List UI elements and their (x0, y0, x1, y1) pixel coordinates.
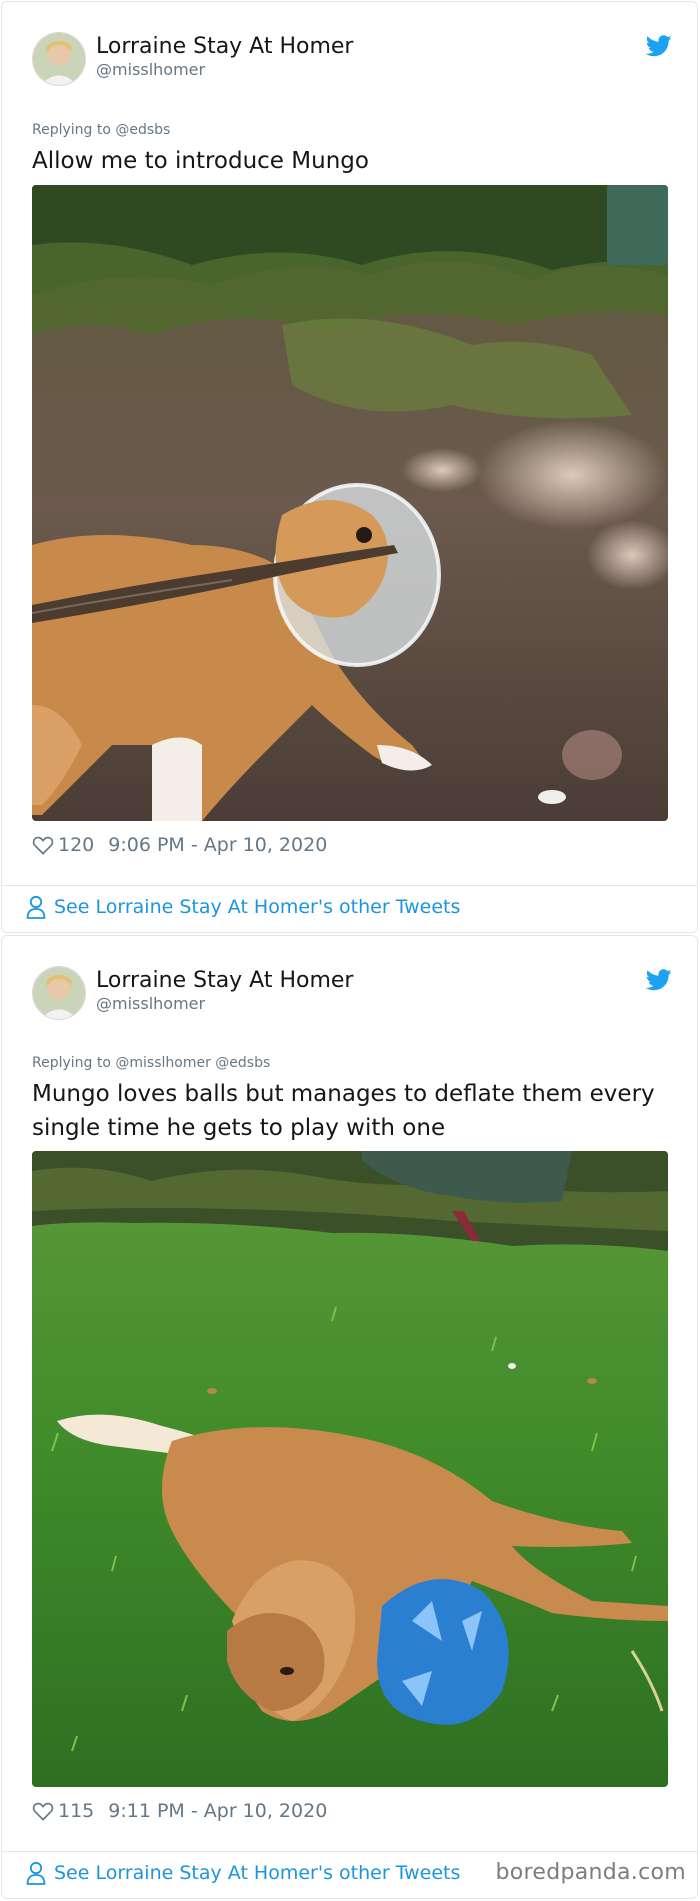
person-icon (26, 1861, 46, 1885)
other-tweets-label[interactable]: See Lorraine Stay At Homer's other Tweet… (54, 1862, 460, 1884)
divider (2, 885, 697, 886)
avatar[interactable] (32, 32, 86, 86)
like-count[interactable]: 115 (58, 1800, 94, 1822)
heart-icon[interactable] (32, 1801, 54, 1821)
author-name[interactable]: Lorraine Stay At Homer (96, 34, 353, 59)
author-name[interactable]: Lorraine Stay At Homer (96, 968, 353, 993)
heart-icon[interactable] (32, 835, 54, 855)
tweet-header: Lorraine Stay At Homer @misslhomer (32, 966, 672, 1022)
tweet-meta: 115 9:11 PM - Apr 10, 2020 (32, 1798, 327, 1824)
tweet-card: Lorraine Stay At Homer @misslhomer Reply… (1, 935, 698, 1899)
timestamp[interactable]: 9:11 PM - Apr 10, 2020 (108, 1800, 327, 1822)
tweet-meta: 120 9:06 PM - Apr 10, 2020 (32, 832, 327, 858)
other-tweets-label[interactable]: See Lorraine Stay At Homer's other Tweet… (54, 896, 460, 918)
tweet-text: Allow me to introduce Mungo (32, 148, 369, 174)
other-tweets-link[interactable]: See Lorraine Stay At Homer's other Tweet… (26, 892, 460, 922)
replying-to[interactable]: Replying to @edsbs (32, 122, 170, 138)
watermark: boredpanda.com (495, 1860, 686, 1885)
twitter-bird-icon[interactable] (646, 969, 672, 991)
twitter-bird-icon[interactable] (646, 35, 672, 57)
avatar[interactable] (32, 966, 86, 1020)
tweet-header: Lorraine Stay At Homer @misslhomer (32, 32, 672, 88)
author-handle[interactable]: @misslhomer (96, 60, 205, 79)
tweet-photo-dog-on-grass[interactable] (32, 1151, 668, 1787)
person-icon (26, 895, 46, 919)
tweet-card: Lorraine Stay At Homer @misslhomer Reply… (1, 1, 698, 933)
tweet-text: Mungo loves balls but manages to deflate… (32, 1081, 655, 1141)
author-handle[interactable]: @misslhomer (96, 994, 205, 1013)
divider (2, 1851, 697, 1852)
like-count[interactable]: 120 (58, 834, 94, 856)
replying-to[interactable]: Replying to @misslhomer @edsbs (32, 1055, 270, 1071)
tweet-photo-dog-with-stick[interactable] (32, 185, 668, 821)
other-tweets-link[interactable]: See Lorraine Stay At Homer's other Tweet… (26, 1858, 460, 1888)
timestamp[interactable]: 9:06 PM - Apr 10, 2020 (108, 834, 327, 856)
